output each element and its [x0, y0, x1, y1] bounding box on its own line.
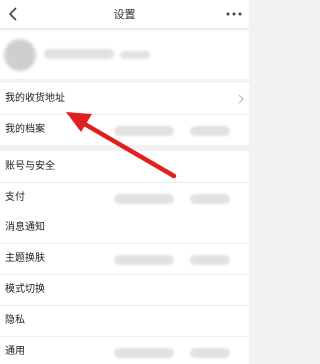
row-label: 支付: [5, 192, 25, 203]
row-payment[interactable]: 支付: [0, 182, 249, 213]
row-label: 模式切换: [5, 284, 45, 295]
row-label: 隐私: [5, 315, 25, 326]
avatar: [4, 39, 36, 71]
page-title: 设置: [113, 8, 136, 21]
section-account: 账号与安全 支付: [0, 151, 249, 213]
row-shipping-address[interactable]: 我的收货地址: [0, 83, 249, 114]
row-label: 主题换肤: [5, 253, 45, 264]
blurred-username: [44, 49, 114, 59]
chevron-right-icon: [238, 94, 244, 104]
blurred-value: [190, 255, 230, 265]
profile-card[interactable]: [0, 31, 249, 79]
blurred-value: [190, 348, 230, 358]
row-label: 账号与安全: [5, 160, 55, 172]
row-theme-skin[interactable]: 主题换肤: [0, 243, 249, 274]
more-dots-icon[interactable]: [225, 9, 243, 19]
blurred-info: [120, 51, 150, 59]
row-general[interactable]: 通用: [0, 336, 249, 364]
blurred-value: [114, 126, 174, 136]
row-mode-switch[interactable]: 模式切换: [0, 274, 249, 305]
blurred-value: [114, 255, 174, 265]
section-address-profile: 我的收货地址 我的档案: [0, 83, 249, 145]
blurred-value: [114, 348, 174, 358]
blurred-value: [114, 194, 174, 204]
section-general: 消息通知 主题换肤 模式切换 隐私 通用: [0, 212, 249, 364]
top-bar: 设置: [0, 0, 249, 29]
row-label: 我的档案: [5, 124, 45, 135]
row-label: 通用: [5, 346, 25, 357]
blurred-value: [190, 194, 230, 204]
blurred-value: [190, 126, 230, 136]
row-notifications[interactable]: 消息通知: [0, 212, 249, 243]
row-label: 我的收货地址: [5, 92, 65, 104]
row-my-profile[interactable]: 我的档案: [0, 114, 249, 145]
row-label: 消息通知: [5, 221, 45, 233]
row-privacy[interactable]: 隐私: [0, 305, 249, 336]
row-account-security[interactable]: 账号与安全: [0, 151, 249, 182]
